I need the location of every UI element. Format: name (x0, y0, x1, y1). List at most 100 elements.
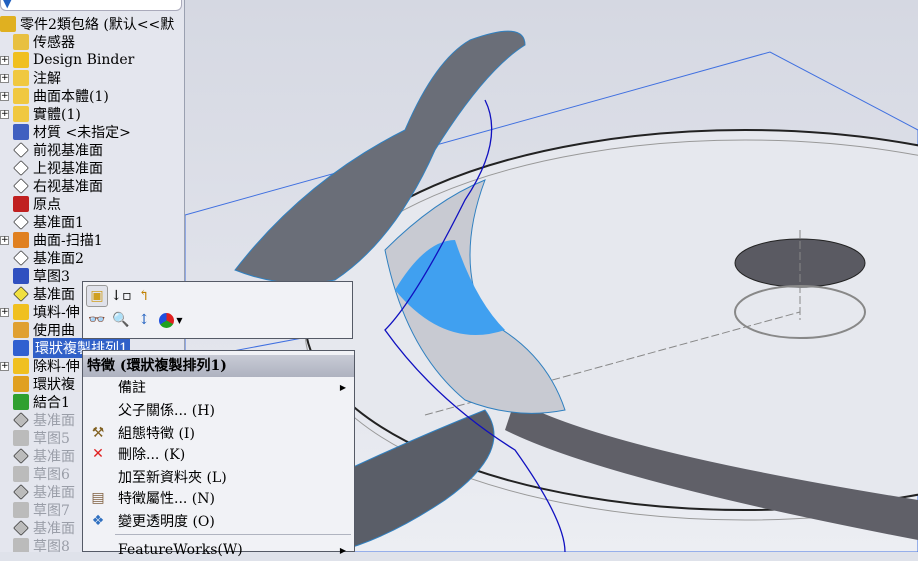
tree-item[interactable]: 草图7 (0, 501, 70, 519)
delete-icon: ✕ (92, 446, 104, 462)
tree-item[interactable]: + 曲面-扫描1 (0, 231, 103, 249)
origin-icon (13, 196, 29, 212)
menu-item-label: 父子關係... (H) (118, 403, 215, 419)
plane-icon (13, 214, 29, 230)
tree-item-label: 基准面 (33, 449, 75, 465)
tree-item[interactable]: + 除料-伸 (0, 357, 80, 375)
tree-item[interactable]: 結合1 (0, 393, 70, 411)
tree-item[interactable]: + 注解 (0, 69, 61, 87)
expand-toggle[interactable]: + (0, 55, 9, 65)
zoom-icon: 🔍 (112, 312, 130, 328)
menu-item-label: 備註 (118, 380, 146, 396)
menu-item[interactable]: ✕ 刪除... (K) (83, 443, 354, 465)
chevron-down-icon: ▼ (176, 315, 183, 325)
menu-item[interactable]: FeatureWorks(W) ▶ (83, 539, 354, 561)
tree-item[interactable]: 基准面2 (0, 249, 84, 267)
cut-extrude-icon (13, 358, 29, 374)
tree-item-label: 前视基准面 (33, 143, 103, 159)
tree-item[interactable]: 基准面 (0, 285, 75, 303)
context-menu-header: 特徵 (環狀複製排列1) (83, 355, 354, 377)
tree-item[interactable]: 原点 (0, 195, 61, 213)
appearance-button[interactable]: ▼ (156, 309, 186, 331)
tree-item[interactable]: 传感器 (0, 33, 75, 51)
tree-item-label: 草图5 (33, 431, 70, 447)
solid-bodies-icon (13, 106, 29, 122)
menu-item-label: FeatureWorks(W) (118, 542, 243, 558)
tree-item[interactable]: + 填料-伸 (0, 303, 80, 321)
tree-item[interactable]: + Design Binder (0, 51, 134, 69)
material-icon (13, 124, 29, 140)
tree-item-label: Design Binder (33, 52, 135, 68)
edit-feature-icon: ▣ (90, 288, 104, 304)
plane-icon (13, 448, 29, 464)
parent-child-button[interactable]: ↰ (133, 285, 155, 307)
tree-item[interactable]: 右视基准面 (0, 177, 103, 195)
change-transparency-icon: ❖ (91, 513, 105, 529)
tree-item[interactable]: 材質 <未指定> (0, 123, 131, 141)
plane-icon (13, 178, 29, 194)
expand-toggle[interactable]: + (0, 235, 9, 245)
tree-item[interactable]: 草图8 (0, 537, 70, 552)
tree-item[interactable]: 環狀複 (0, 375, 75, 393)
submenu-arrow-icon: ▶ (339, 382, 346, 392)
tree-item-label: 基准面1 (33, 215, 84, 231)
tree-item-label: 除料-伸 (33, 359, 80, 375)
tree-item[interactable]: 前视基准面 (0, 141, 103, 159)
expand-toggle[interactable]: + (0, 91, 9, 101)
circular-pattern-icon (13, 376, 29, 392)
menu-item[interactable]: ▤ 特徵屬性... (N) (83, 487, 354, 509)
tree-item-label: 基准面 (33, 287, 75, 303)
tree-item-label: 環狀複 (33, 377, 75, 393)
menu-item-label: 刪除... (K) (118, 447, 186, 463)
zoom-to-selection-button[interactable]: 🔍 (110, 309, 132, 331)
expand-toggle[interactable]: + (0, 73, 9, 83)
tree-item-label: 草图7 (33, 503, 70, 519)
tree-item[interactable]: 上视基准面 (0, 159, 103, 177)
surface-bodies-icon (13, 88, 29, 104)
glasses-icon: 👓 (88, 312, 106, 328)
tree-item[interactable]: 草图5 (0, 429, 70, 447)
tree-item[interactable]: 草图6 (0, 465, 70, 483)
normal-to-button[interactable]: ↕ (133, 309, 155, 331)
tree-item[interactable]: 基准面1 (0, 213, 84, 231)
submenu-arrow-icon: ▶ (339, 545, 346, 555)
hide-show-button[interactable]: 👓 (86, 309, 108, 331)
menu-item[interactable]: 父子關係... (H) (83, 399, 354, 421)
expand-toggle[interactable]: + (0, 307, 9, 317)
configure-feature-icon: ⚒ (91, 425, 105, 441)
combine-icon (13, 394, 29, 410)
tree-item-label: 传感器 (33, 35, 75, 51)
menu-item[interactable]: ❖ 變更透明度 (O) (83, 510, 354, 532)
menu-item[interactable]: ⚒ 組態特徵 (I) (83, 422, 354, 444)
tree-item[interactable]: 基准面 (0, 483, 75, 501)
tree-item[interactable]: 使用曲 (0, 321, 75, 339)
annotations-icon (13, 70, 29, 86)
sketch-icon (13, 466, 29, 482)
edit-feature-button[interactable]: ▣ (86, 285, 108, 307)
tree-item[interactable]: + 曲面本體(1) (0, 87, 109, 105)
tree-item-label: 填料-伸 (33, 305, 80, 321)
plane-icon (13, 142, 29, 158)
expand-toggle[interactable]: + (0, 361, 9, 371)
tree-item-label: 右视基准面 (33, 179, 103, 195)
tree-item-label: 基准面 (33, 485, 75, 501)
filter-icon: ▼ (3, 0, 12, 10)
tree-item[interactable]: 草图3 (0, 267, 70, 285)
rollback-button[interactable]: ↓▫ (110, 285, 132, 307)
normal-to-icon: ↕ (138, 312, 150, 328)
tree-item[interactable]: 基准面 (0, 519, 75, 537)
tree-item[interactable]: + 實體(1) (0, 105, 81, 123)
tree-filter[interactable]: ▼ (0, 0, 182, 11)
menu-item[interactable]: 加至新資料夾 (L) (83, 466, 354, 488)
plane-icon (13, 250, 29, 266)
menu-item-label: 特徵屬性... (N) (118, 491, 215, 507)
tree-root-part[interactable]: 零件2類包絡 (默认<<默 (0, 15, 174, 33)
expand-toggle[interactable]: + (0, 109, 9, 119)
menu-item[interactable]: 備註 ▶ (83, 376, 354, 398)
plane-icon (13, 412, 29, 428)
tree-item[interactable]: 基准面 (0, 411, 75, 429)
sketch-icon (13, 268, 29, 284)
tree-item-label: 基准面 (33, 413, 75, 429)
boss-extrude-icon (13, 304, 29, 320)
tree-item[interactable]: 基准面 (0, 447, 75, 465)
